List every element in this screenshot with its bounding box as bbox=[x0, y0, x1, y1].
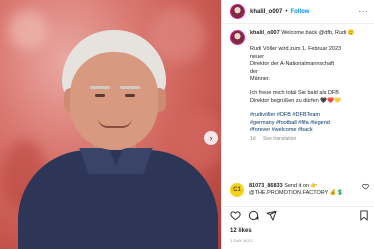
comment-like-icon[interactable] bbox=[362, 183, 369, 192]
comment-item: C1 81073_86833 Send it on 👉 @THE.PROMOTI… bbox=[222, 181, 374, 198]
caption-lines: Rudi Völler wird zum 1. Februar 2023 neu… bbox=[250, 39, 355, 134]
caption-body: khalil_o007 Welcome back @dfb, Rudi 🫡 Ru… bbox=[250, 30, 355, 144]
caption-intro: Welcome back @dfb, Rudi 🫡 bbox=[281, 30, 355, 36]
person-eye bbox=[125, 94, 135, 97]
commenter-username[interactable]: 81073_86833 bbox=[249, 183, 283, 189]
commenter-avatar[interactable]: C1 bbox=[230, 183, 244, 197]
next-photo-button[interactable]: › bbox=[204, 131, 218, 145]
caption-line: neuer bbox=[250, 53, 265, 60]
post-header: khalil_o007 • Follow ··· bbox=[222, 0, 374, 24]
caption-username[interactable]: khalil_o007 bbox=[250, 30, 280, 36]
separator-dot: • bbox=[285, 8, 288, 15]
person-eyebrow bbox=[120, 86, 140, 89]
person-face bbox=[70, 52, 158, 150]
like-icon[interactable] bbox=[230, 208, 241, 226]
caption-section: khalil_o007 Welcome back @dfb, Rudi 🫡 Ru… bbox=[222, 24, 374, 178]
share-icon[interactable] bbox=[266, 208, 277, 226]
person-eyebrow bbox=[90, 86, 110, 89]
see-translation-link[interactable]: See translation bbox=[263, 136, 296, 142]
comment-body: 81073_86833 Send it on 👉 @THE.PROMOTION.… bbox=[249, 183, 343, 198]
person-smile bbox=[98, 118, 132, 128]
hashtag-line[interactable]: #germany #football #fifa #legend bbox=[250, 120, 355, 127]
caption-line: Direktor begrüßen zu dürfen 🖤❤️💛 bbox=[250, 97, 341, 104]
comment-icon[interactable] bbox=[248, 208, 259, 226]
hashtag-line[interactable]: #rudivöller #DFB #DFBTeam bbox=[250, 112, 355, 119]
post-timestamp: 1 DAY AGO bbox=[230, 238, 253, 243]
caption-age: 1d bbox=[250, 136, 256, 143]
caption-author-avatar[interactable] bbox=[230, 30, 245, 45]
post-details-panel: khalil_o007 • Follow ··· khalil_o007 Wel… bbox=[221, 0, 374, 249]
person-eye bbox=[95, 94, 105, 97]
caption-line: der bbox=[250, 68, 258, 75]
comment-mention[interactable]: @THE.PROMOTION.FACTORY 💰💲 bbox=[249, 190, 343, 197]
caption-line: Männer. bbox=[250, 76, 270, 83]
more-options-icon[interactable]: ··· bbox=[359, 7, 369, 16]
caption-meta: 1d See translation bbox=[250, 136, 355, 143]
post-photo[interactable]: › bbox=[0, 0, 221, 249]
caption-line: Rudi Völler wird zum 1. Februar 2023 bbox=[250, 46, 342, 53]
follow-button[interactable]: Follow bbox=[290, 9, 309, 15]
background-bokeh bbox=[8, 10, 48, 50]
hashtag-line[interactable]: #forever #welcome #back bbox=[250, 127, 355, 134]
chevron-right-icon: › bbox=[209, 132, 213, 143]
caption-line: Ich freue mich total Sie bald als DFB bbox=[250, 90, 339, 97]
save-icon[interactable] bbox=[359, 208, 369, 226]
caption-line: Direktor der A-Nationalmannschaft bbox=[250, 61, 335, 68]
author-avatar[interactable] bbox=[230, 4, 245, 19]
post-actions: 12 likes 1 DAY AGO bbox=[222, 206, 374, 243]
comment-text: Send it on 👉 bbox=[284, 183, 318, 189]
like-count[interactable]: 12 likes bbox=[230, 228, 369, 234]
author-username[interactable]: khalil_o007 bbox=[250, 9, 282, 15]
